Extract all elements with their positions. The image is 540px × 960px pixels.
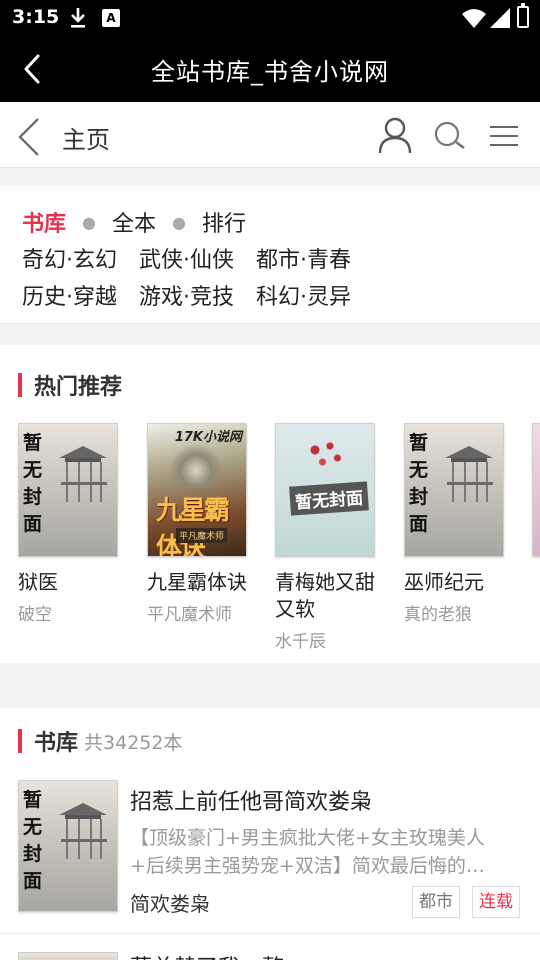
pavilion-image [59, 803, 107, 859]
home-link[interactable]: 主页 [62, 120, 110, 155]
cover-placeholder-text: 暂无封面 [23, 432, 43, 535]
category-history[interactable]: 历史·穿越 [22, 279, 117, 311]
category-scifi[interactable]: 科幻·灵异 [256, 279, 351, 311]
pavilion-image [445, 446, 493, 502]
signal-icon [490, 8, 510, 28]
search-icon[interactable] [432, 120, 468, 152]
book-card-partial[interactable] [532, 423, 540, 557]
section-header: 书库 共34252本 [18, 728, 183, 756]
book-title[interactable]: 九星霸体诀 [147, 569, 255, 596]
category-wuxia[interactable]: 武侠·仙侠 [139, 242, 234, 274]
book-cover[interactable]: 17K小说网 九星霸体诀 平凡魔术师 [147, 423, 247, 557]
tab-ranking[interactable]: 排行 [202, 212, 246, 237]
tab-complete[interactable]: 全本 [112, 212, 156, 237]
download-icon [71, 8, 85, 28]
cover-tag: 平凡魔术师 [176, 528, 228, 543]
category-row: 奇幻·玄幻 武侠·仙侠 都市·青春 [22, 242, 373, 274]
book-title[interactable]: 狱医 [18, 569, 126, 596]
cover-logo: 17K小说网 [174, 430, 242, 445]
cover-art [168, 444, 224, 488]
book-description: 【顶级豪门+男主疯批大佬+女主玫瑰美人+后续男主强势宠+双洁】简欢最后悔的… [130, 827, 485, 877]
library-section: 书库 共34252本 暂无封面 招惹上前任他哥简欢娄枭 【顶级豪门+男主疯批大佬… [0, 708, 540, 960]
book-count: 共34252本 [84, 731, 183, 754]
nav-back-icon[interactable] [14, 116, 44, 158]
status-time: 3:15 [12, 6, 60, 28]
book-cover[interactable]: 暂无封面 [18, 423, 118, 557]
status-bar: 3:15 A [0, 0, 540, 36]
book-title[interactable]: 慕总替了我一整 [130, 950, 284, 960]
book-cover[interactable] [532, 423, 540, 557]
section-title: 热门推荐 [34, 375, 123, 400]
cover-placeholder-text: 暂无封面 [409, 432, 429, 535]
category-row-top: 书库 ● 全本 ● 排行 [22, 206, 246, 238]
cover-placeholder-text: 暂无封面 [289, 481, 369, 516]
a-icon: A [102, 9, 120, 27]
status-badge: 连载 [472, 886, 520, 918]
book-cover[interactable]: 暂无封面 [18, 780, 118, 912]
title-bar: 全站书库_书舍小说网 [0, 36, 540, 102]
cover-placeholder-text: 暂无封面 [23, 789, 43, 892]
book-author: 简欢娄枭 [130, 892, 210, 916]
category-row: 历史·穿越 游戏·竞技 科幻·灵异 [22, 279, 373, 311]
tab-library[interactable]: 书库 [22, 212, 66, 237]
book-title[interactable]: 巫师纪元 [404, 569, 512, 596]
battery-icon [517, 3, 529, 28]
category-fantasy[interactable]: 奇幻·玄幻 [22, 242, 117, 274]
category-urban[interactable]: 都市·青春 [256, 242, 351, 274]
separator-dot: ● [82, 213, 96, 232]
book-author: 平凡魔术师 [147, 605, 232, 625]
book-card[interactable]: 暂无封面 巫师纪元 真的老狼 [404, 423, 512, 625]
category-gaming[interactable]: 游戏·竞技 [139, 279, 234, 311]
pavilion-image [59, 446, 107, 502]
cover-title: 九星霸体诀 [156, 496, 230, 557]
separator-dot: ● [172, 213, 186, 232]
book-card[interactable]: 17K小说网 九星霸体诀 平凡魔术师 九星霸体诀 平凡魔术师 [147, 423, 255, 625]
section-accent-bar [18, 729, 22, 753]
section-title: 书库 [34, 731, 79, 756]
book-author: 破空 [18, 605, 52, 625]
book-cover[interactable]: 暂无封面 [404, 423, 504, 557]
wifi-icon [462, 9, 486, 28]
nav-bar: 主页 [0, 102, 540, 168]
book-title[interactable]: 招惹上前任他哥简欢娄枭 [130, 784, 372, 816]
plum-blossom-image [300, 434, 350, 474]
page-title: 全站书库_书舍小说网 [151, 58, 389, 86]
book-author: 水千辰 [275, 632, 326, 652]
book-card[interactable]: 暂无封面 狱医 破空 [18, 423, 126, 625]
menu-icon[interactable] [488, 124, 520, 148]
hot-recommend-section: 热门推荐 暂无封面 狱医 破空 17K小说网 九星霸体诀 平凡魔术师 九星霸体诀… [0, 345, 540, 663]
category-panel: 书库 ● 全本 ● 排行 奇幻·玄幻 武侠·仙侠 都市·青春 历史·穿越 游戏·竞技 科幻·灵异 [0, 186, 540, 324]
genre-tag[interactable]: 都市 [412, 886, 460, 918]
section-header: 热门推荐 [18, 372, 123, 400]
book-card[interactable]: 暂无封面 青梅她又甜又软 水千辰 [275, 423, 383, 652]
list-item[interactable]: 暂无封面 招惹上前任他哥简欢娄枭 【顶级豪门+男主疯批大佬+女主玫瑰美人+后续男… [0, 780, 540, 934]
section-accent-bar [18, 373, 22, 397]
book-cover[interactable]: 暂无封面 [275, 423, 375, 557]
book-cover[interactable] [18, 952, 118, 960]
user-icon[interactable] [378, 116, 412, 154]
book-author: 真的老狼 [404, 605, 472, 625]
book-title[interactable]: 青梅她又甜又软 [275, 569, 383, 623]
